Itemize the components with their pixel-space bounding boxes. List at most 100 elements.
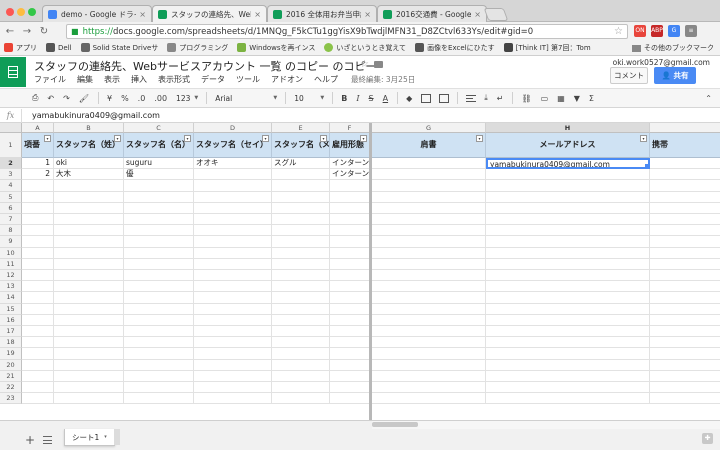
- cell[interactable]: [330, 382, 370, 394]
- cell[interactable]: [124, 191, 194, 203]
- bookmark-programming[interactable]: プログラミング: [167, 43, 228, 53]
- cell[interactable]: [372, 270, 486, 282]
- cell[interactable]: [330, 359, 370, 371]
- cell[interactable]: [650, 225, 720, 237]
- close-tab-icon[interactable]: ×: [254, 10, 261, 19]
- reload-icon[interactable]: ↻: [37, 26, 51, 37]
- cell[interactable]: [486, 326, 650, 338]
- cell[interactable]: [372, 214, 486, 226]
- cell[interactable]: [330, 258, 370, 270]
- bookmark-thinkit[interactable]: [Think IT] 第7回：Tom: [503, 43, 591, 53]
- cell[interactable]: [124, 292, 194, 304]
- folder-icon[interactable]: [374, 61, 383, 68]
- close-window-button[interactable]: [6, 8, 14, 16]
- cell[interactable]: [22, 382, 54, 394]
- cell[interactable]: [650, 236, 720, 248]
- cell[interactable]: [650, 326, 720, 338]
- cell[interactable]: [194, 202, 272, 214]
- cell[interactable]: [650, 337, 720, 349]
- bold-button[interactable]: B: [341, 94, 347, 103]
- column-header-C[interactable]: C: [124, 123, 194, 133]
- browser-tab-transport[interactable]: 2016交通費 - Google スプレッドシート ×: [377, 5, 487, 22]
- close-tab-icon[interactable]: ×: [364, 10, 371, 19]
- extension-on-icon[interactable]: ON: [634, 25, 646, 37]
- cell[interactable]: [372, 158, 486, 170]
- cell[interactable]: [486, 337, 650, 349]
- cell[interactable]: 大木: [54, 169, 124, 181]
- cell[interactable]: [22, 225, 54, 237]
- column-header-B[interactable]: B: [54, 123, 124, 133]
- cell[interactable]: [194, 225, 272, 237]
- cell[interactable]: [486, 292, 650, 304]
- filter-dropdown-icon[interactable]: ▾: [476, 135, 483, 142]
- cell[interactable]: [372, 225, 486, 237]
- header-cell[interactable]: スタッフ名（メイ▾: [272, 133, 330, 158]
- cell[interactable]: [330, 370, 370, 382]
- cell[interactable]: [124, 202, 194, 214]
- cell[interactable]: [372, 180, 486, 192]
- cell[interactable]: [124, 180, 194, 192]
- cell[interactable]: [194, 303, 272, 315]
- cell[interactable]: [22, 281, 54, 293]
- more-formats-dropdown[interactable]: 123 ▼: [176, 94, 198, 103]
- menu-insert[interactable]: 挿入: [131, 74, 147, 85]
- close-tab-icon[interactable]: ×: [474, 10, 481, 19]
- cell[interactable]: oki: [54, 158, 124, 170]
- cell[interactable]: [272, 393, 330, 405]
- cell[interactable]: [486, 348, 650, 360]
- cell[interactable]: [272, 281, 330, 293]
- cell[interactable]: [272, 225, 330, 237]
- cell[interactable]: [372, 337, 486, 349]
- column-header-D[interactable]: D: [194, 123, 272, 133]
- cell[interactable]: [272, 359, 330, 371]
- cell[interactable]: [194, 326, 272, 338]
- cell[interactable]: [194, 270, 272, 282]
- cell[interactable]: [486, 169, 650, 181]
- menu-file[interactable]: ファイル: [34, 74, 66, 85]
- cell[interactable]: [272, 382, 330, 394]
- filter-dropdown-icon[interactable]: ▾: [114, 135, 121, 142]
- cell[interactable]: [22, 247, 54, 259]
- cell[interactable]: [330, 270, 370, 282]
- cell[interactable]: [22, 191, 54, 203]
- cell[interactable]: [54, 225, 124, 237]
- cell[interactable]: [272, 247, 330, 259]
- cell[interactable]: [22, 258, 54, 270]
- menu-addons[interactable]: アドオン: [271, 74, 303, 85]
- account-email[interactable]: oki.work0527@gmail.com: [613, 58, 710, 67]
- cell[interactable]: [194, 236, 272, 248]
- cell[interactable]: [486, 303, 650, 315]
- cell[interactable]: [194, 393, 272, 405]
- cell[interactable]: [650, 315, 720, 326]
- cell[interactable]: [486, 247, 650, 259]
- merge-cells-icon[interactable]: [439, 93, 450, 103]
- frozen-columns-divider[interactable]: [369, 123, 372, 420]
- column-header-H[interactable]: H: [486, 123, 650, 133]
- cell[interactable]: [486, 258, 650, 270]
- cell[interactable]: [194, 359, 272, 371]
- cell[interactable]: [272, 348, 330, 360]
- menu-tools[interactable]: ツール: [236, 74, 260, 85]
- paint-format-icon[interactable]: 🖌: [79, 94, 89, 103]
- filter-dropdown-icon[interactable]: ▾: [262, 135, 269, 142]
- cell[interactable]: [372, 236, 486, 248]
- cell[interactable]: オオキ: [194, 158, 272, 170]
- cell[interactable]: [330, 314, 370, 326]
- cell[interactable]: [650, 248, 720, 259]
- cell[interactable]: [124, 258, 194, 270]
- cell[interactable]: [22, 270, 54, 282]
- cell[interactable]: [486, 236, 650, 248]
- cell[interactable]: [54, 326, 124, 338]
- minimize-window-button[interactable]: [17, 8, 25, 16]
- cell[interactable]: [486, 393, 650, 405]
- cell[interactable]: [124, 382, 194, 394]
- cell[interactable]: [194, 281, 272, 293]
- filter-dropdown-icon[interactable]: ▾: [184, 135, 191, 142]
- cell[interactable]: スグル: [272, 158, 330, 170]
- cell[interactable]: suguru: [124, 158, 194, 170]
- cell[interactable]: [330, 337, 370, 349]
- filter-icon[interactable]: ▼: [574, 94, 580, 103]
- column-header-E[interactable]: E: [272, 123, 330, 133]
- cell[interactable]: [330, 281, 370, 293]
- cell[interactable]: [330, 202, 370, 214]
